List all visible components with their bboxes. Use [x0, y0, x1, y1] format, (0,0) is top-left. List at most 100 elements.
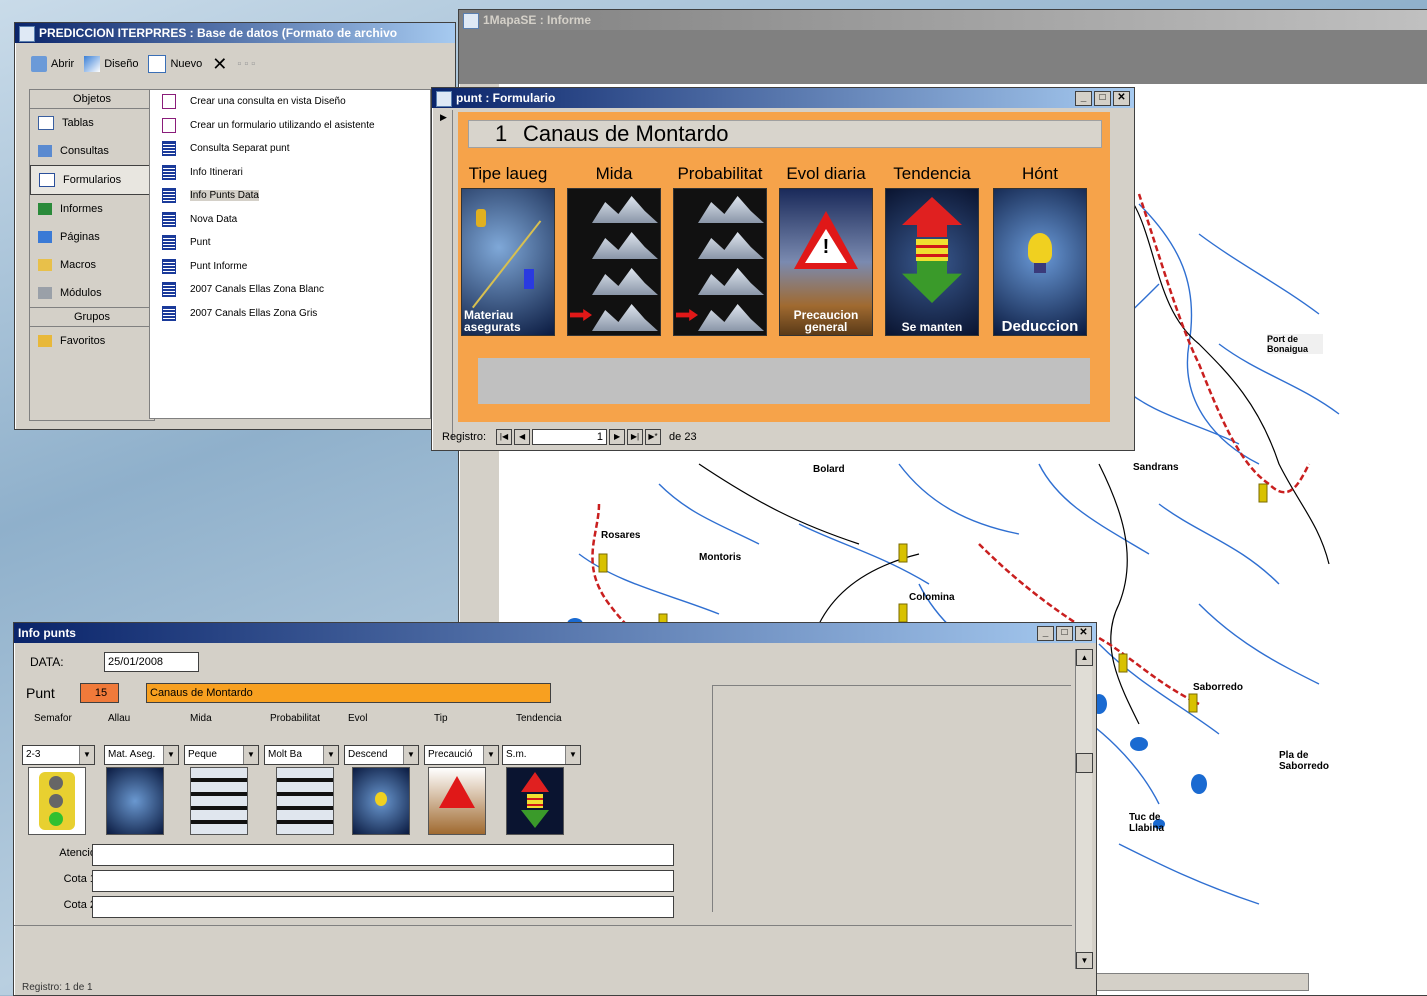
punt-name-field[interactable]: Canaus de Montardo [146, 683, 551, 703]
record-selector[interactable]: ▶ [436, 110, 453, 440]
mida-combo[interactable]: Peque ▼ [184, 745, 259, 765]
database-toolbar: Abrir Diseño Nuevo ✕ ▫ ▫ ▫ [17, 49, 453, 79]
source-image[interactable]: Deduccion [993, 188, 1087, 336]
point-header: 1 Canaus de Montardo [468, 120, 1102, 148]
dropdown-arrow-icon[interactable]: ▼ [483, 746, 498, 764]
cota1-field[interactable] [92, 870, 674, 892]
date-field[interactable]: 25/01/2008 [104, 652, 199, 672]
atencio-field[interactable] [92, 844, 674, 866]
minimize-button[interactable]: _ [1075, 91, 1092, 106]
tendencia-combo[interactable]: S.m. ▼ [502, 745, 581, 765]
maximize-button[interactable]: □ [1094, 91, 1111, 106]
column-label: Evol diaria [786, 164, 866, 183]
avalanche-type-image[interactable]: Materiau asegurats [461, 188, 555, 336]
column-mida: Mida [566, 164, 662, 336]
probabilitat-combo[interactable]: Molt Ba ▼ [264, 745, 339, 765]
cota1-label: Cota 1 [63, 873, 96, 885]
design-button[interactable]: Diseño [84, 56, 138, 72]
objects-sidebar: Objetos Tablas Consultas Formularios Inf… [29, 89, 155, 421]
semafor-combo[interactable]: 2-3 ▼ [22, 745, 95, 765]
dropdown-arrow-icon[interactable]: ▼ [403, 746, 418, 764]
form-titlebar[interactable]: punt : Formulario _ □ ✕ [432, 88, 1134, 108]
database-window[interactable]: PREDICCION ITERPRRES : Base de datos (Fo… [14, 22, 456, 430]
sidebar-item-queries[interactable]: Consultas [30, 137, 154, 165]
wizard-icon [162, 117, 176, 133]
tip-combo[interactable]: Precaució ▼ [424, 745, 499, 765]
sidebar-item-modules[interactable]: Módulos [30, 279, 154, 307]
list-item[interactable]: Nova Data [150, 208, 430, 232]
view-icons-button[interactable]: ▫ ▫ ▫ [237, 58, 255, 70]
dropdown-arrow-icon[interactable]: ▼ [565, 746, 580, 764]
list-item[interactable]: Crear una consulta en vista Diseño [150, 90, 430, 114]
module-icon [38, 287, 52, 299]
column-label: Mida [595, 164, 633, 183]
form-window-controls: _ □ ✕ [1075, 91, 1130, 106]
column-tipe-laueg: Tipe laueg Materiau asegurats [460, 164, 556, 336]
red-arrow-icon [570, 309, 592, 321]
sidebar-item-pages[interactable]: Páginas [30, 223, 154, 251]
dropdown-arrow-icon[interactable]: ▼ [163, 746, 178, 764]
trend-image[interactable]: Se manten [885, 188, 979, 336]
sidebar-item-macros[interactable]: Macros [30, 251, 154, 279]
close-button[interactable]: ✕ [1113, 91, 1130, 106]
list-item[interactable]: 2007 Canals Ellas Zona Blanc [150, 278, 430, 302]
list-item[interactable]: 2007 Canals Ellas Zona Gris [150, 302, 430, 326]
dropdown-arrow-icon[interactable]: ▼ [79, 746, 94, 764]
new-button[interactable]: Nuevo [148, 55, 202, 73]
evol-combo[interactable]: Descend ▼ [344, 745, 419, 765]
column-probabilitat: Probabilitat [672, 164, 768, 336]
daily-evolution-image[interactable]: ! Precaucion general [779, 188, 873, 336]
list-item[interactable]: Punt Informe [150, 255, 430, 279]
probability-image[interactable] [673, 188, 767, 336]
list-item[interactable]: Punt [150, 231, 430, 255]
first-record-button[interactable]: |◀ [496, 429, 513, 445]
map-bottom-scrollbar[interactable] [1095, 973, 1309, 991]
open-button[interactable]: Abrir [31, 56, 74, 72]
form-icon [162, 258, 176, 274]
size-image[interactable] [567, 188, 661, 336]
maximize-button[interactable]: □ [1056, 626, 1073, 641]
last-record-button[interactable]: ▶| [627, 429, 644, 445]
header-tendencia: Tendencia [516, 713, 562, 724]
map-label-rosares: Rosares [601, 530, 641, 541]
sidebar-item-forms[interactable]: Formularios [30, 165, 154, 195]
list-item-selected[interactable]: Info Punts Data [150, 184, 430, 208]
scroll-down-button[interactable]: ▼ [1076, 952, 1093, 969]
size-thumbnail [190, 767, 248, 835]
stable-bars-icon [527, 794, 543, 808]
column-evol-diaria: Evol diaria ! Precaucion general [778, 164, 874, 336]
dropdown-arrow-icon[interactable]: ▼ [243, 746, 258, 764]
info-punts-window[interactable]: Info punts _ □ ✕ DATA: 25/01/2008 Punt 1… [13, 622, 1097, 996]
dropdown-arrow-icon[interactable]: ▼ [323, 746, 338, 764]
minimize-button[interactable]: _ [1037, 626, 1054, 641]
mountain-icon [592, 196, 658, 223]
prev-record-button[interactable]: ◀ [514, 429, 531, 445]
delete-button[interactable]: ✕ [212, 54, 227, 75]
list-item[interactable]: Crear un formulario utilizando el asiste… [150, 114, 430, 138]
table-icon [38, 116, 54, 130]
list-item[interactable]: Info Itinerari [150, 161, 430, 185]
sidebar-item-reports[interactable]: Informes [30, 195, 154, 223]
list-item[interactable]: Consulta Separat punt [150, 137, 430, 161]
vertical-scrollbar[interactable]: ▲ ▼ [1075, 649, 1093, 969]
mountain-icon [592, 232, 658, 259]
punt-number-field[interactable]: 15 [80, 683, 119, 703]
column-label: Hónt [1022, 164, 1058, 183]
new-record-button[interactable]: ▶* [645, 429, 662, 445]
next-record-button[interactable]: ▶ [609, 429, 626, 445]
cota2-field[interactable] [92, 896, 674, 918]
allau-combo[interactable]: Mat. Aseg. ▼ [104, 745, 179, 765]
map-report-title: 1MapaSE : Informe [483, 13, 592, 27]
sidebar-item-favorites[interactable]: Favoritos [30, 327, 154, 355]
delete-icon: ✕ [212, 53, 228, 74]
sidebar-item-tables[interactable]: Tablas [30, 109, 154, 137]
database-titlebar[interactable]: PREDICCION ITERPRRES : Base de datos (Fo… [15, 23, 455, 43]
record-number-input[interactable]: 1 [532, 429, 608, 445]
close-button[interactable]: ✕ [1075, 626, 1092, 641]
scroll-thumb[interactable] [1076, 753, 1093, 773]
scroll-up-button[interactable]: ▲ [1076, 649, 1093, 666]
form-window[interactable]: punt : Formulario _ □ ✕ ▶ 1 Canaus de Mo… [431, 87, 1135, 451]
lightbulb-base [1034, 263, 1046, 273]
map-report-titlebar[interactable]: 1MapaSE : Informe [459, 10, 1427, 30]
info-titlebar[interactable]: Info punts _ □ ✕ [14, 623, 1096, 643]
